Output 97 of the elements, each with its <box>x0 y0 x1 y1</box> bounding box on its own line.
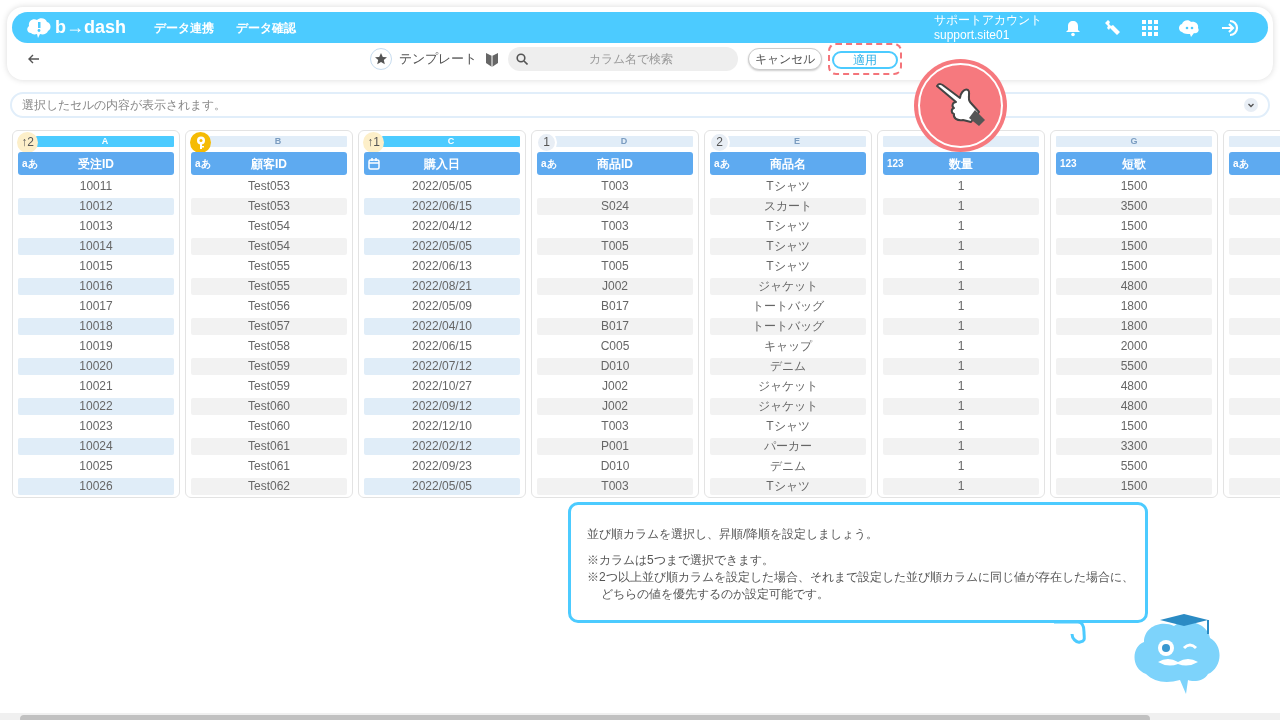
table-cell[interactable]: 1 <box>883 198 1039 215</box>
table-cell[interactable]: 5500 <box>1056 358 1212 375</box>
table-cell[interactable]: 1800 <box>1056 318 1212 335</box>
sort-order-badge[interactable]: ↑2 <box>17 132 38 153</box>
table-cell[interactable]: B017 <box>537 318 693 335</box>
table-cell[interactable]: 1 <box>883 358 1039 375</box>
table-cell[interactable]: 2022/04/10 <box>364 318 520 335</box>
search-field[interactable]: カラム名で検索 <box>508 47 738 71</box>
table-cell[interactable]: 1500 <box>1056 238 1212 255</box>
table-cell[interactable]: Test053 <box>191 198 347 215</box>
table-cell[interactable]: 2022/05/05 <box>364 478 520 495</box>
star-icon <box>374 52 388 66</box>
column-name: 短歌 <box>1121 155 1147 173</box>
type-label: aあ <box>195 157 211 171</box>
table-cell[interactable]: P001 <box>537 438 693 455</box>
tip-title: 並び順カラムを選択し、昇順/降順を設定しましょう。 <box>587 526 880 543</box>
page-title: テンプレート <box>399 50 477 69</box>
table-cell[interactable]: Test061 <box>191 438 347 455</box>
type-label: 123 <box>1060 157 1077 171</box>
table-cell[interactable]: 2022/08/21 <box>364 278 520 295</box>
table-cell[interactable]: Test062 <box>191 478 347 495</box>
table-cell[interactable]: S024 <box>537 198 693 215</box>
table-cell[interactable]: Test057 <box>191 318 347 335</box>
table-cell[interactable]: デニム <box>710 358 866 375</box>
table-cell[interactable]: 10024 <box>18 438 174 455</box>
table-cell[interactable]: 2022/09/12 <box>364 398 520 415</box>
type-label: 123 <box>887 157 904 171</box>
mascot-icon[interactable] <box>1178 17 1200 38</box>
table-cell[interactable]: トートバッグ <box>710 318 866 335</box>
table-cell[interactable]: Test060 <box>191 398 347 415</box>
table-cell[interactable]: Test054 <box>191 238 347 255</box>
table-cell[interactable]: 10026 <box>18 478 174 495</box>
table-cell[interactable]: 4800 <box>1056 398 1212 415</box>
table-cell[interactable]: 4800 <box>1056 278 1212 295</box>
type-label: aあ <box>22 157 38 171</box>
table-cell[interactable]: 2022/07/12 <box>364 358 520 375</box>
calendar-icon <box>368 157 380 170</box>
table-cell[interactable]: 2022/06/15 <box>364 198 520 215</box>
table-cell[interactable]: J002 <box>537 398 693 415</box>
bell-icon[interactable] <box>1064 18 1082 37</box>
cancel-button[interactable]: キャンセル <box>748 48 822 70</box>
table-cell[interactable]: 10020 <box>18 358 174 375</box>
table-cell[interactable]: 10014 <box>18 238 174 255</box>
table-cell[interactable]: ジャケット <box>710 278 866 295</box>
type-label: aあ <box>714 157 730 171</box>
tip-note: ※2つ以上並び順カラムを設定した場合、それまで設定した並び順カラムに同じ値が存在した場合に、 <box>587 569 1129 586</box>
column-name: 受注ID <box>77 155 115 173</box>
table-cell[interactable]: J002 <box>537 278 693 295</box>
sort-order-badge[interactable]: ↑1 <box>363 132 384 153</box>
back-arrow-icon[interactable] <box>28 54 40 64</box>
grid-icon[interactable] <box>1142 19 1158 36</box>
tip-note: どちらの値を優先するのか設定可能です。 <box>601 586 830 603</box>
column-name: 商品ID <box>596 155 634 173</box>
table-cell[interactable]: 10016 <box>18 278 174 295</box>
logo-icon <box>26 16 52 39</box>
table-cell[interactable]: Tシャツ <box>710 238 866 255</box>
table-cell[interactable]: Test055 <box>191 278 347 295</box>
chevron-down-icon[interactable] <box>1244 98 1258 112</box>
leaf-mark-icon <box>486 51 498 67</box>
tip-note: ※カラムは5つまで選択できます。 <box>587 552 775 569</box>
column-name: 数量 <box>948 155 974 173</box>
account-id: support.site01 <box>934 27 1011 43</box>
logo-text: b→dash <box>55 16 126 39</box>
type-label: aあ <box>541 157 557 171</box>
type-label: aあ <box>1233 157 1249 171</box>
account-name: サポートアカウント <box>934 12 1042 28</box>
column-name: 商品名 <box>769 155 807 173</box>
table-cell[interactable]: 2022/02/12 <box>364 438 520 455</box>
column-name: 顧客ID <box>250 155 288 173</box>
table-cell[interactable]: 1 <box>883 398 1039 415</box>
search-input[interactable]: カラム名で検索 <box>532 50 730 68</box>
table-cell[interactable]: パーカー <box>710 438 866 455</box>
table-cell[interactable]: 3300 <box>1056 438 1212 455</box>
column-name: 購入日 <box>423 155 461 173</box>
table-cell[interactable]: T005 <box>537 238 693 255</box>
search-icon <box>516 53 528 65</box>
table-cell[interactable]: 1 <box>883 238 1039 255</box>
table-cell[interactable]: 10022 <box>18 398 174 415</box>
table-cell[interactable]: 10012 <box>18 198 174 215</box>
table-cell[interactable]: 1 <box>883 318 1039 335</box>
table-cell[interactable]: ジャケット <box>710 398 866 415</box>
table-cell[interactable]: 2022/05/05 <box>364 238 520 255</box>
table-cell[interactable]: 1 <box>883 478 1039 495</box>
cell-preview-field[interactable]: 選択したセルの内容が表示されます。 <box>10 92 1270 118</box>
priority-badge[interactable]: 2 <box>709 132 730 153</box>
table-cell[interactable]: 1 <box>883 278 1039 295</box>
table-cell[interactable]: 1 <box>883 438 1039 455</box>
table-cell[interactable]: 1500 <box>1056 478 1212 495</box>
priority-badge[interactable]: 1 <box>536 132 557 153</box>
table-cell[interactable]: 3500 <box>1056 198 1212 215</box>
table-cell[interactable]: Tシャツ <box>710 478 866 495</box>
table-cell[interactable]: T003 <box>537 478 693 495</box>
table-cell[interactable]: D010 <box>537 358 693 375</box>
table-cell[interactable]: 10018 <box>18 318 174 335</box>
table-cell[interactable]: Test059 <box>191 358 347 375</box>
cell-content-input[interactable]: 選択したセルの内容が表示されます。 <box>22 96 1244 114</box>
table-cell[interactable]: スカート <box>710 198 866 215</box>
